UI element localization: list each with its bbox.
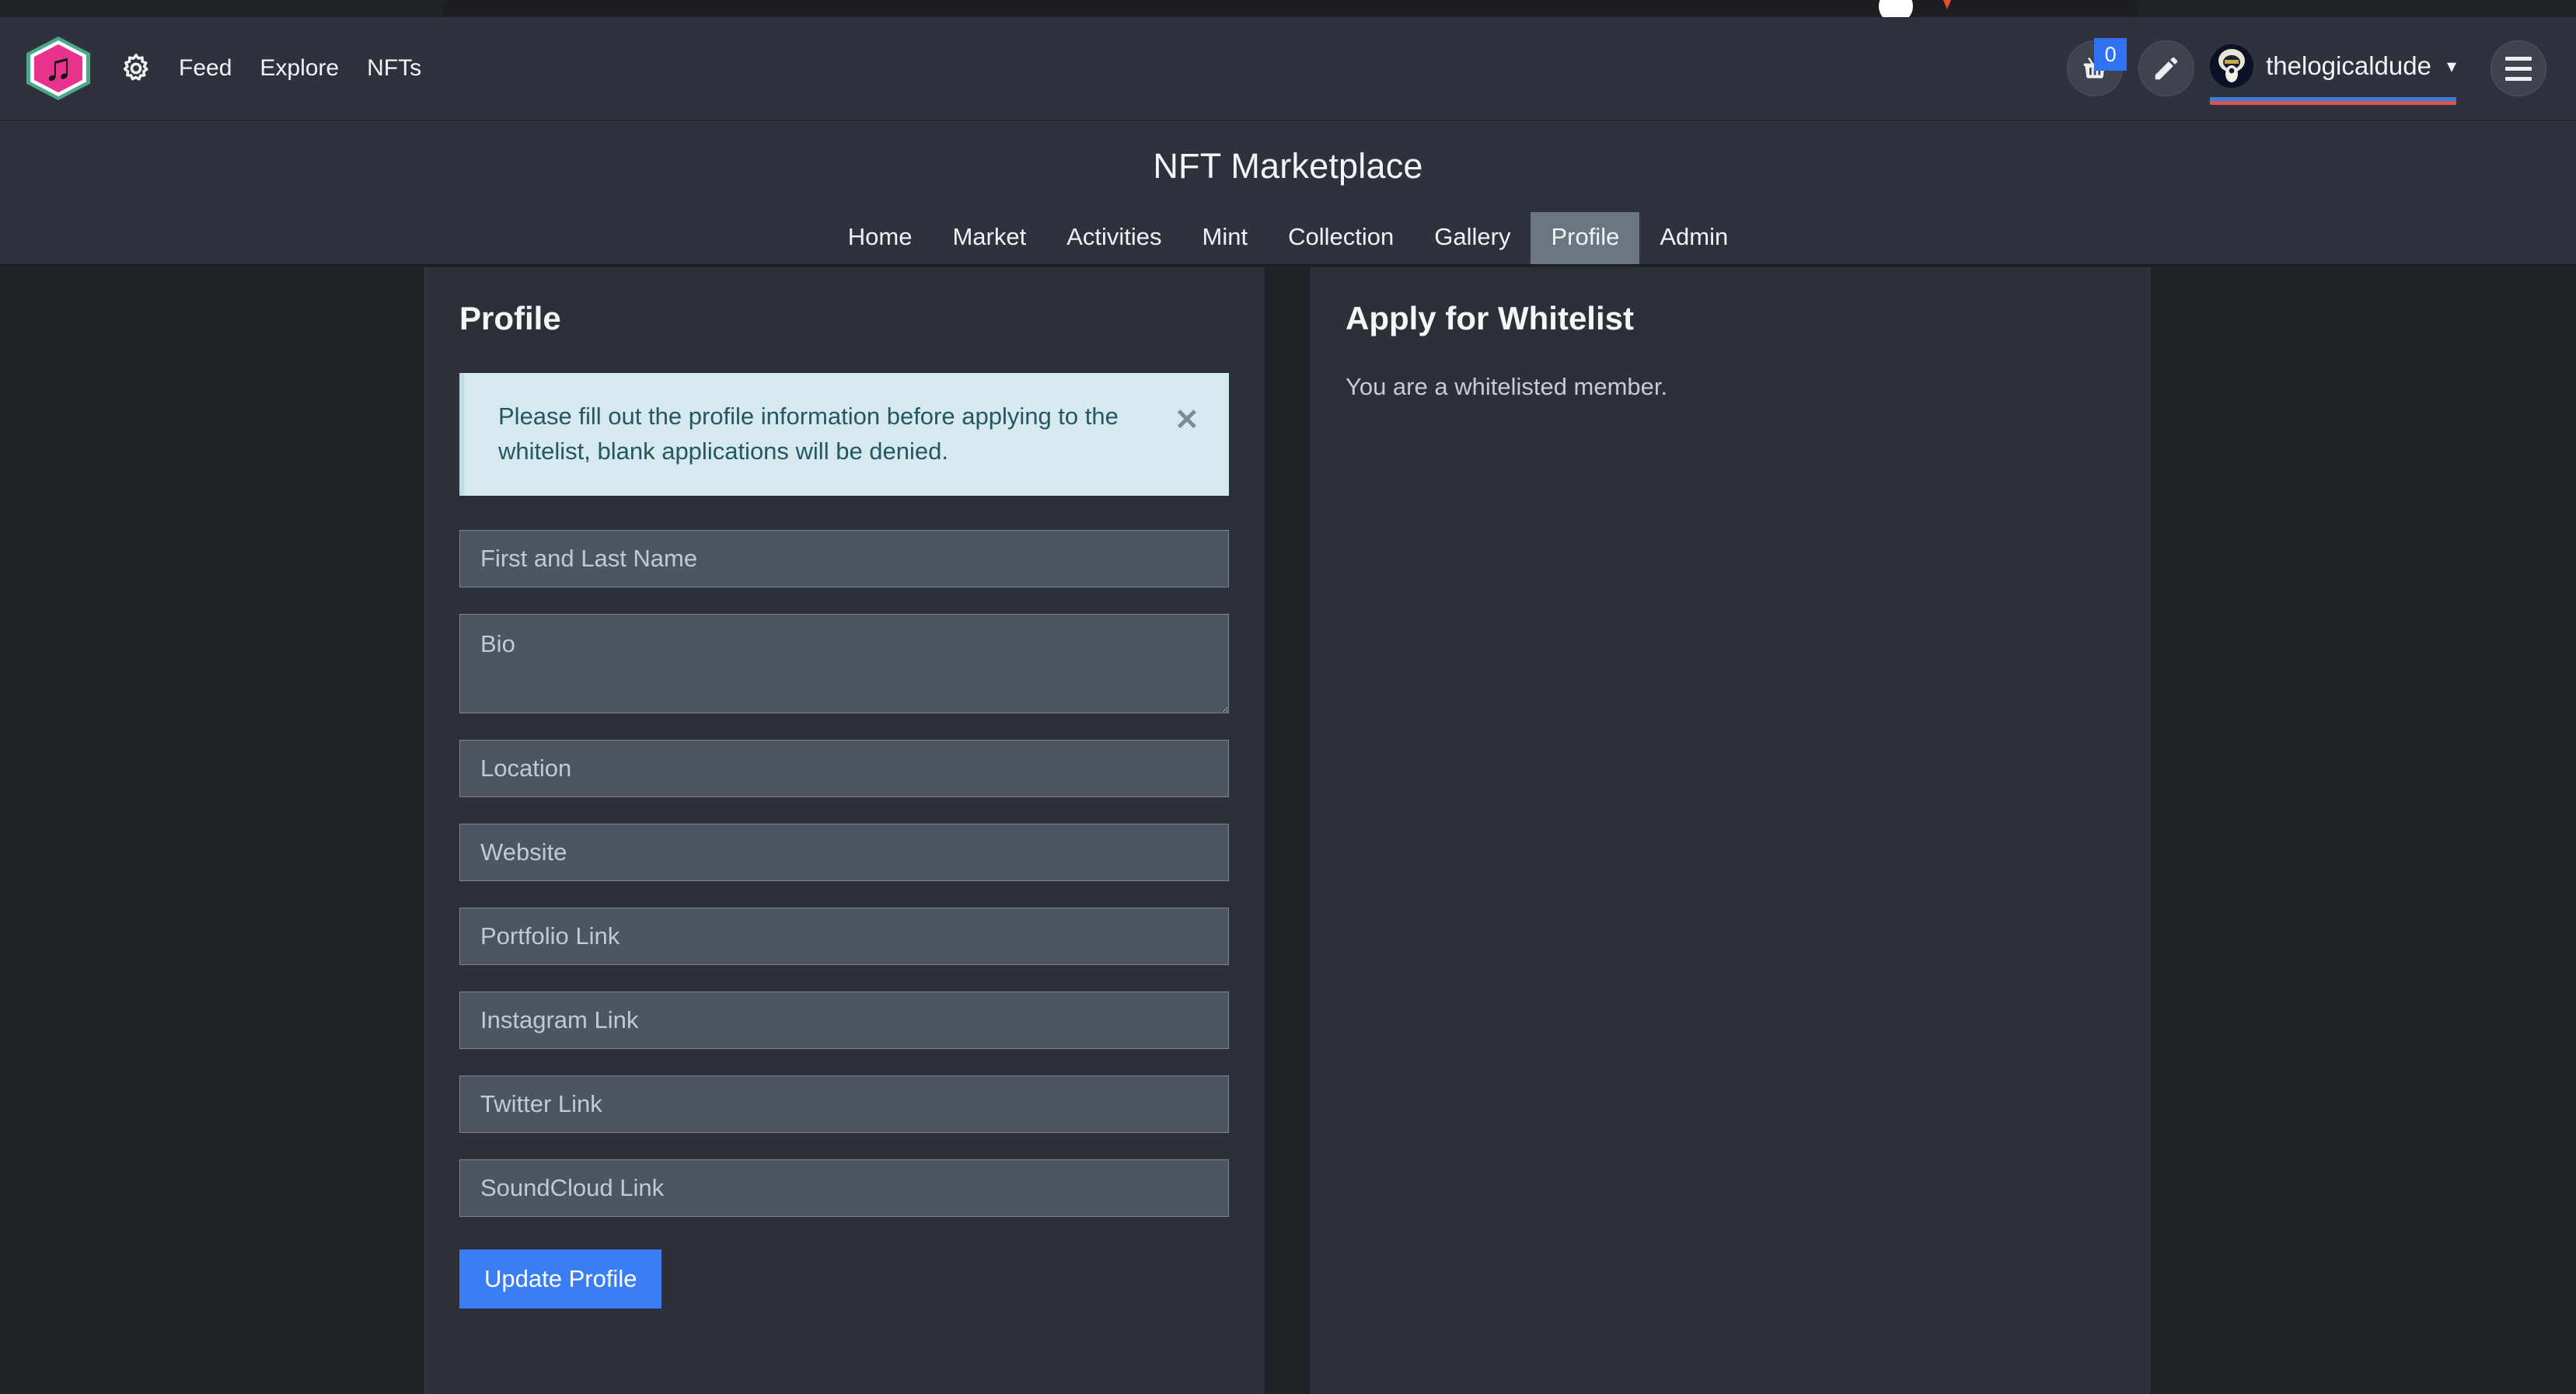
profile-card-title: Profile	[459, 300, 561, 336]
website-input[interactable]	[459, 823, 1229, 881]
tab-profile[interactable]: Profile	[1531, 212, 1640, 264]
profile-alert-message: Please fill out the profile information …	[498, 403, 1119, 465]
profile-card: Profile Please fill out the profile info…	[424, 267, 1265, 1394]
toplink-feed[interactable]: Feed	[179, 55, 232, 82]
whitelist-status-text: You are a whitelisted member.	[1346, 373, 1668, 400]
soundcloud-link-input[interactable]	[459, 1159, 1229, 1217]
twitter-link-input[interactable]	[459, 1075, 1229, 1133]
full-name-input[interactable]	[459, 529, 1229, 587]
instagram-link-input[interactable]	[459, 991, 1229, 1049]
tab-activities[interactable]: Activities	[1046, 212, 1182, 264]
user-underline-accent	[2210, 97, 2456, 105]
topbar-right-cluster: 0 thelogicaldude ▾	[2067, 38, 2546, 105]
chevron-down-icon: ▾	[2446, 55, 2456, 77]
bio-input[interactable]	[459, 613, 1229, 713]
user-menu[interactable]: thelogicaldude ▾	[2210, 44, 2456, 105]
cart-button[interactable]: 0	[2067, 38, 2127, 96]
gear-icon[interactable]	[120, 52, 152, 85]
pencil-edit-icon	[2155, 57, 2178, 80]
tab-gallery[interactable]: Gallery	[1414, 212, 1531, 264]
main-tab-bar: Home Market Activities Mint Collection G…	[0, 204, 2576, 264]
tab-home[interactable]: Home	[828, 212, 933, 264]
cards-row: Profile Please fill out the profile info…	[0, 267, 2576, 1394]
close-x-icon[interactable]: ✕	[1175, 406, 1199, 435]
music-note-hexagon-logo[interactable]: ♫	[26, 37, 90, 100]
tab-mint[interactable]: Mint	[1182, 212, 1269, 264]
portfolio-link-input[interactable]	[459, 907, 1229, 965]
site-subheader: NFT Marketplace Home Market Activities M…	[0, 121, 2576, 266]
whitelist-card-title: Apply for Whitelist	[1346, 300, 1634, 336]
edit-button[interactable]	[2138, 40, 2195, 96]
whitelist-card: Apply for Whitelist You are a whiteliste…	[1310, 267, 2151, 1394]
username-label: thelogicaldude	[2266, 51, 2431, 80]
main-content: Profile Please fill out the profile info…	[0, 267, 2576, 1394]
toplink-nfts[interactable]: NFTs	[367, 55, 421, 82]
profile-alert: Please fill out the profile information …	[459, 373, 1229, 496]
cart-count-badge: 0	[2094, 38, 2127, 71]
tab-admin[interactable]: Admin	[1639, 212, 1748, 264]
update-profile-button[interactable]: Update Profile	[459, 1249, 662, 1309]
page-title: NFT Marketplace	[1153, 146, 1423, 186]
top-navigation-bar: ♫ Feed Explore NFTs 0 thelogicaldude ▾	[0, 17, 2576, 121]
hamburger-menu-icon[interactable]	[2490, 40, 2546, 96]
tab-collection[interactable]: Collection	[1268, 212, 1414, 264]
avatar	[2210, 44, 2254, 88]
logo-music-note-glyph: ♫	[44, 45, 73, 89]
location-input[interactable]	[459, 739, 1229, 797]
tab-market[interactable]: Market	[932, 212, 1046, 264]
toplink-explore[interactable]: Explore	[260, 55, 339, 82]
